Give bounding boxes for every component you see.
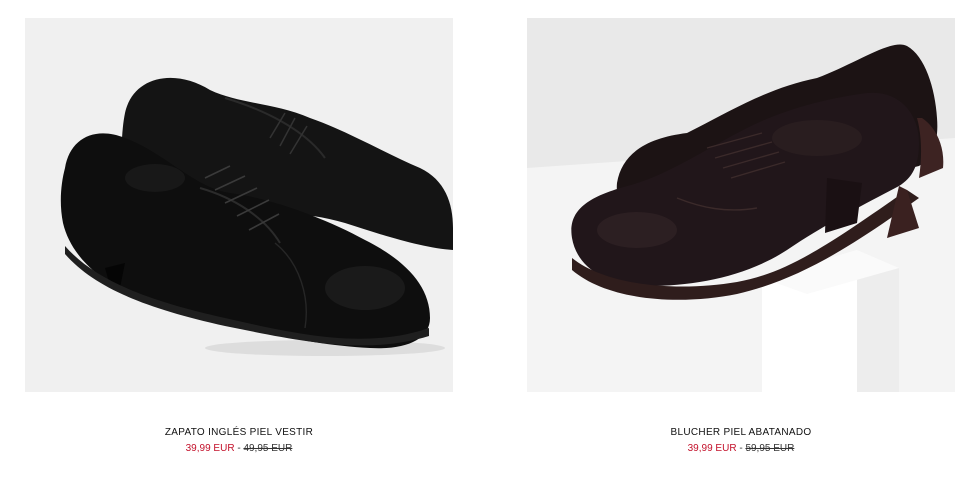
product-price: 39,99 EUR - 49,95 EUR (25, 442, 453, 455)
product-card: ZAPATO INGLÉS PIEL VESTIR 39,99 EUR - 49… (25, 18, 453, 455)
sale-price: 39,99 EUR (185, 443, 235, 454)
product-image[interactable] (527, 18, 955, 392)
product-price: 39,99 EUR - 59,95 EUR (527, 442, 955, 455)
brown-blucher-shoes-photo (527, 18, 955, 392)
product-name[interactable]: ZAPATO INGLÉS PIEL VESTIR (25, 426, 453, 439)
product-card: BLUCHER PIEL ABATANADO 39,99 EUR - 59,95… (527, 18, 955, 455)
original-price: 59,95 EUR (745, 443, 795, 454)
product-name[interactable]: BLUCHER PIEL ABATANADO (527, 426, 955, 439)
product-image[interactable] (25, 18, 453, 392)
sale-price: 39,99 EUR (687, 443, 737, 454)
original-price: 49,95 EUR (243, 443, 293, 454)
product-grid: ZAPATO INGLÉS PIEL VESTIR 39,99 EUR - 49… (0, 0, 980, 496)
black-oxford-shoes-photo (25, 18, 453, 392)
